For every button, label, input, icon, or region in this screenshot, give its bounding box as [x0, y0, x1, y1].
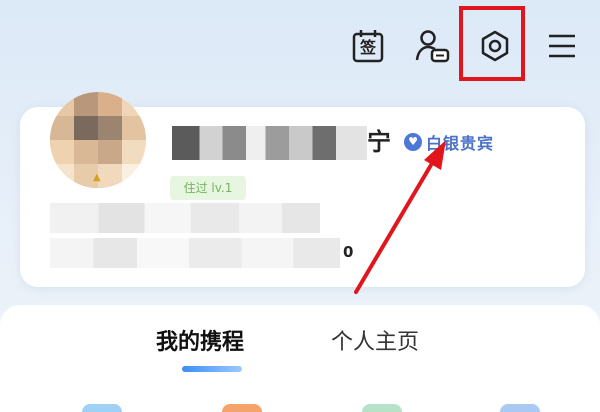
shortcut-icon-peek	[222, 404, 262, 412]
calendar-glyph: 签	[359, 38, 376, 57]
shortcut-icon-peek	[82, 404, 122, 412]
vip-label: 白银贵宾	[426, 134, 495, 153]
menu-icon[interactable]	[540, 24, 584, 68]
shortcut-icon-peek	[362, 404, 402, 412]
active-tab-indicator	[182, 366, 242, 372]
blurred-info-row	[50, 203, 320, 233]
username-pixelated	[172, 126, 367, 160]
tab-my-trip[interactable]: 我的携程	[156, 328, 244, 358]
settings-highlight-box	[459, 6, 525, 81]
contact-service-icon[interactable]	[410, 24, 454, 68]
stat-value: 0	[343, 243, 354, 261]
avatar-badge-icon: ▲	[93, 172, 101, 183]
tab-panel	[0, 305, 600, 412]
tab-personal-home[interactable]: 个人主页	[331, 328, 419, 358]
vip-heart-icon: ♥	[404, 133, 422, 151]
blurred-stats-row	[50, 238, 340, 268]
member-level-tag: 住过 lv.1	[170, 176, 246, 200]
shortcut-icon-peek	[500, 404, 540, 412]
top-bar: 签	[0, 0, 600, 95]
vip-badge[interactable]: ♥ 白银贵宾	[404, 130, 494, 154]
calendar-sign-in-icon[interactable]: 签	[346, 24, 390, 68]
username-tail: 宁	[367, 128, 391, 156]
avatar[interactable]: ▲	[50, 92, 146, 188]
